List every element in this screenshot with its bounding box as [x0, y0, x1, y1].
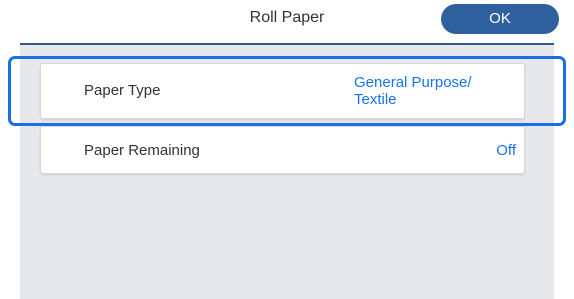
ok-button[interactable]: OK — [441, 4, 559, 34]
setting-value-paper-remaining: Off — [496, 142, 516, 159]
setting-label-paper-remaining: Paper Remaining — [84, 142, 200, 159]
header-bar: Roll Paper OK — [0, 0, 574, 42]
setting-row-paper-type[interactable]: Paper Type General Purpose/ Textile — [40, 63, 525, 119]
setting-label-paper-type: Paper Type — [84, 82, 161, 99]
setting-value-paper-type-line1: General Purpose/ — [354, 74, 472, 91]
setting-value-paper-type: General Purpose/ Textile — [354, 74, 472, 108]
setting-value-paper-type-line2: Textile — [354, 91, 397, 108]
setting-row-paper-remaining[interactable]: Paper Remaining Off — [40, 126, 525, 174]
